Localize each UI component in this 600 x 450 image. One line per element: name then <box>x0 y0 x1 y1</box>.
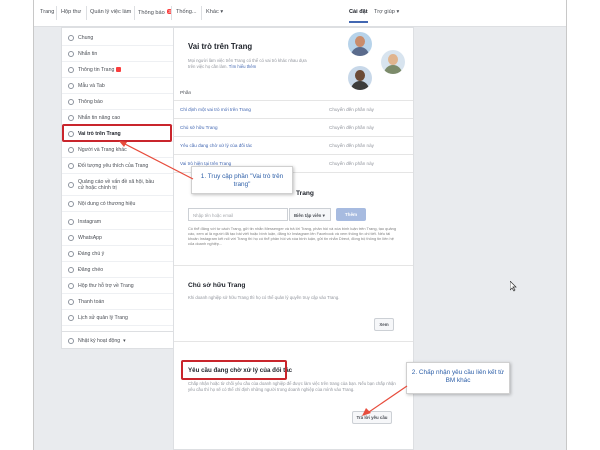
avatar <box>348 66 372 90</box>
sidebar-item-label: Chung <box>78 34 94 41</box>
sidebar-item-label: Thông tin Trang <box>78 66 115 73</box>
globe-icon <box>68 98 74 105</box>
instruction-callout-step1: 1. Truy cập phần "Vai trò trên trang" <box>191 166 293 194</box>
section-label: Phần <box>180 91 192 96</box>
tab-inbox[interactable]: Hộp thư <box>61 9 81 15</box>
tab-page[interactable]: Trang <box>40 9 54 15</box>
sidebar-item-label: Nhắn tin <box>78 50 98 57</box>
tag-icon <box>68 200 74 207</box>
page-settings-window: Trang Hộp thư Quản lý việc làm Thông báo… <box>33 0 567 450</box>
sidebar-item-label: Hộp thư hỗ trợ về Trang <box>78 282 134 289</box>
go-to-section-link[interactable]: Chuyển đến phần này <box>329 107 374 112</box>
arrow-head <box>362 408 371 416</box>
chat-icon <box>68 114 74 121</box>
divider <box>174 341 413 342</box>
tab-help[interactable]: Trợ giúp ▾ <box>374 9 399 15</box>
sidebar-item-label: Nhắn tin nâng cao <box>78 114 121 121</box>
chevron-down-icon: ▾ <box>322 213 325 218</box>
section-row-page-owner: Chủ sở hữu Trang Chuyển đến phần này <box>174 118 413 136</box>
gear-icon <box>68 34 74 41</box>
page-roles-description: Mọi người làm việc trên Trang có thể có … <box>188 58 312 70</box>
avatar-body <box>351 47 369 56</box>
sidebar-item-label: Instagram <box>78 218 102 225</box>
divider <box>171 6 172 20</box>
crosspost-icon <box>68 266 74 273</box>
page-title: Vai trò trên Trang <box>188 42 253 51</box>
divider <box>201 6 202 20</box>
message-icon <box>68 50 74 57</box>
section-row-pending-requests: Yêu cầu đang chờ xử lý của đối tác Chuyển… <box>174 136 413 154</box>
avatar-body <box>384 65 402 74</box>
arrow-step2 <box>362 385 408 416</box>
people-icon <box>68 146 74 153</box>
sidebar-item-label: Thông báo <box>78 98 103 105</box>
tab-more[interactable]: Khác ▾ <box>206 9 223 15</box>
divider <box>86 6 87 20</box>
payment-icon <box>68 298 74 305</box>
top-navigation-bar: Trang Hộp thư Quản lý việc làm Thông báo… <box>34 0 566 27</box>
mouse-cursor-icon <box>510 281 517 292</box>
alert-badge <box>116 67 122 72</box>
tab-notifications[interactable]: Thông báo 3 <box>138 9 173 16</box>
info-icon <box>68 66 74 73</box>
divider <box>134 6 135 20</box>
inbox-icon <box>68 282 74 289</box>
divider <box>56 6 57 20</box>
history-icon <box>68 314 74 321</box>
list-icon <box>68 338 74 344</box>
sidebar-item-label: Nội dung có thương hiệu <box>78 200 136 207</box>
role-select-value: Biên tập viên <box>294 213 322 218</box>
ads-icon <box>68 181 74 188</box>
section-row-assign-role: Chỉ định một vai trò mới trên Trang Chuyể… <box>174 100 413 118</box>
whatsapp-icon <box>68 234 74 241</box>
cursor-shape <box>510 281 517 292</box>
avatar <box>348 32 372 56</box>
arrow-line <box>122 142 194 180</box>
learn-more-link[interactable]: Tìm hiểu thêm <box>229 64 256 69</box>
add-role-button[interactable]: Thêm <box>336 208 366 221</box>
highlight-pending-requests <box>181 360 287 380</box>
tab-settings[interactable]: Cài đặt <box>349 9 368 23</box>
avatar-body <box>351 81 369 90</box>
role-select[interactable]: Biên tập viên ▾ <box>289 208 331 221</box>
sidebar-item-label: Đăng chéo <box>78 266 104 273</box>
avatar <box>381 50 405 74</box>
tab-insights[interactable]: Thống... <box>176 9 197 15</box>
avatar-head <box>388 54 398 65</box>
tab-help-label: Trợ giúp <box>374 9 395 15</box>
sidebar-item-label: WhatsApp <box>78 234 102 241</box>
audience-icon <box>68 162 74 169</box>
row-label[interactable]: Chủ sở hữu Trang <box>180 125 218 130</box>
page-owner-description: Khi doanh nghiệp sở hữu Trang thì họ có … <box>188 295 340 300</box>
instagram-icon <box>68 218 74 225</box>
email-field[interactable]: Nhập tên hoặc email <box>188 208 288 221</box>
chevron-down-icon: ▾ <box>123 338 126 344</box>
tab-jobs[interactable]: Quản lý việc làm <box>90 9 131 15</box>
chevron-down-icon: ▾ <box>396 9 400 15</box>
sidebar-item-label: Lịch sử quản lý Trang <box>78 314 128 321</box>
go-to-section-link[interactable]: Chuyển đến phần này <box>329 125 374 130</box>
instruction-callout-step2: 2. Chấp nhận yêu cầu liên kết từ BM khác <box>406 362 510 394</box>
arrow-line <box>365 385 408 415</box>
sidebar-item-label: Đáng chú ý <box>78 250 105 257</box>
chevron-down-icon: ▾ <box>220 9 224 15</box>
go-to-section-link[interactable]: Chuyển đến phần này <box>329 161 374 166</box>
role-permission-description: Có thể đăng với tư cách Trang, gửi tin n… <box>188 226 396 246</box>
avatar-head <box>355 70 365 81</box>
page-owner-title: Chủ sở hữu Trang <box>188 282 246 289</box>
star-icon <box>68 250 74 257</box>
sidebar-item-label: Nhật ký hoạt động <box>78 338 121 344</box>
tab-notifications-label: Thông báo <box>138 10 165 16</box>
tab-more-label: Khác <box>206 9 219 15</box>
arrow-step1 <box>119 141 194 180</box>
go-to-section-link[interactable]: Chuyển đến phần này <box>329 143 374 148</box>
view-owner-button[interactable]: Xem <box>374 318 394 331</box>
avatar-head <box>355 36 365 47</box>
sidebar-item-label: Mẫu và Tab <box>78 82 105 89</box>
row-label[interactable]: Chỉ định một vai trò mới trên Trang <box>180 107 251 112</box>
assign-role-title: Trang <box>296 190 314 197</box>
sidebar-item-label: Thanh toán <box>78 298 105 305</box>
grid-icon <box>68 82 74 89</box>
divider <box>174 265 413 266</box>
